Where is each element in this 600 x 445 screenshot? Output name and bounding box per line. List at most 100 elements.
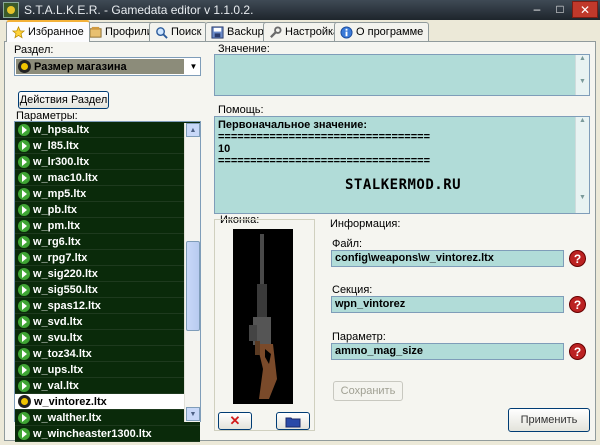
delete-icon: ✕ <box>229 413 241 428</box>
list-item[interactable]: w_lr300.ltx <box>15 154 200 170</box>
section-field[interactable]: wpn_vintorez <box>331 296 564 313</box>
close-button[interactable]: ✕ <box>572 1 598 18</box>
list-item-label: w_ups.ltx <box>33 363 84 376</box>
section-info-label: Секция: <box>332 284 373 296</box>
file-arrow-icon <box>18 235 30 248</box>
open-folder-button[interactable] <box>276 412 310 430</box>
folder-icon <box>285 417 301 428</box>
list-item[interactable]: w_walther.ltx <box>15 410 200 426</box>
section-selected: Размер магазина <box>16 59 184 74</box>
list-item[interactable]: w_spas12.ltx <box>15 298 200 314</box>
params-scrollbar[interactable]: ▲ ▼ <box>184 123 200 422</box>
tab-search[interactable]: Поиск <box>149 22 208 41</box>
list-item[interactable]: w_wincheaster1300.ltx <box>15 426 200 442</box>
file-help-icon[interactable]: ? <box>569 250 586 267</box>
help-line: Первоначальное значение: <box>218 119 368 131</box>
list-item-label: w_rg6.ltx <box>33 235 81 248</box>
info-icon <box>340 25 353 39</box>
file-arrow-icon <box>18 427 30 440</box>
section-help-icon[interactable]: ? <box>569 296 586 313</box>
help-line: ================================= <box>218 155 430 167</box>
file-arrow-icon <box>18 379 30 392</box>
section-label: Раздел: <box>14 44 54 56</box>
scroll-down-icon[interactable]: ▼ <box>576 194 589 201</box>
param-label: Параметр: <box>332 331 386 343</box>
window-title: S.T.A.L.K.E.R. - Gamedata editor v 1.1.0… <box>24 3 254 17</box>
help-scrollbar[interactable]: ▲ ▼ <box>575 117 589 213</box>
scroll-up-icon[interactable]: ▲ <box>576 117 589 124</box>
tab-about[interactable]: О программе <box>334 22 430 41</box>
tab-label: Настройка <box>285 26 340 38</box>
tab-backup[interactable]: Backup <box>205 22 270 41</box>
file-field[interactable]: config\weapons\w_vintorez.ltx <box>331 250 564 267</box>
app-icon <box>3 2 19 18</box>
save-button[interactable]: Сохранить <box>333 381 403 401</box>
list-item-label: w_val.ltx <box>33 379 79 392</box>
list-item[interactable]: w_sig550.ltx <box>15 282 200 298</box>
file-arrow-icon <box>18 283 30 296</box>
apply-button[interactable]: Применить <box>508 408 590 432</box>
file-arrow-icon <box>18 139 30 152</box>
list-item-label: w_rpg7.ltx <box>33 251 88 264</box>
tab-favorites[interactable]: Избранное <box>6 20 90 42</box>
tab-settings[interactable]: Настройка <box>263 22 346 41</box>
file-arrow-icon <box>18 219 30 232</box>
list-item[interactable]: w_sig220.ltx <box>15 266 200 282</box>
list-item[interactable]: w_svu.ltx <box>15 330 200 346</box>
value-scrollbar[interactable]: ▲ ▼ <box>575 55 589 95</box>
info-group-label: Информация: <box>330 218 401 230</box>
file-arrow-icon <box>18 123 30 136</box>
value-textbox[interactable]: ▲ ▼ <box>214 54 590 96</box>
list-item[interactable]: w_pm.ltx <box>15 218 200 234</box>
file-arrow-icon <box>18 315 30 328</box>
radiation-icon <box>18 60 31 73</box>
scroll-thumb[interactable] <box>186 241 200 331</box>
list-item-label: w_svd.ltx <box>33 315 83 328</box>
rifle-icon <box>249 234 277 399</box>
help-line: 10 <box>218 143 231 155</box>
tab-label: Профили <box>105 26 153 38</box>
list-item[interactable]: w_mac10.ltx <box>15 170 200 186</box>
file-arrow-icon <box>18 171 30 184</box>
weapon-icon <box>233 229 293 404</box>
search-icon <box>156 26 168 39</box>
params-list[interactable]: w_hpsa.ltx w_l85.ltx w_lr300.ltx w_mac10.lt… <box>14 121 201 442</box>
list-item-label: w_lr300.ltx <box>33 155 90 168</box>
chevron-down-icon[interactable]: ▼ <box>187 59 200 74</box>
list-item-label: w_spas12.ltx <box>33 299 101 312</box>
minimize-button[interactable]: – <box>526 1 548 18</box>
delete-icon-button[interactable]: ✕ <box>218 412 252 430</box>
list-item[interactable]: w_mp5.ltx <box>15 186 200 202</box>
profile-icon <box>89 26 102 38</box>
section-actions-button[interactable]: Действия Раздел <box>18 91 109 109</box>
section-dropdown[interactable]: Размер магазина ▼ <box>14 57 201 76</box>
list-item[interactable]: w_val.ltx <box>15 378 200 394</box>
param-help-icon[interactable]: ? <box>569 343 586 360</box>
list-item[interactable]: w_l85.ltx <box>15 138 200 154</box>
help-textbox[interactable]: Первоначальное значение: ===============… <box>214 116 590 214</box>
list-item[interactable]: w_rpg7.ltx <box>15 250 200 266</box>
list-item[interactable]: w_ups.ltx <box>15 362 200 378</box>
list-item-label: w_l85.ltx <box>33 139 79 152</box>
tab-profiles[interactable]: Профили <box>83 22 159 41</box>
scroll-up-button[interactable]: ▲ <box>186 123 200 137</box>
list-item[interactable]: w_vintorez.ltx <box>15 394 200 410</box>
file-arrow-icon <box>18 363 30 376</box>
tab-label: Backup <box>227 26 264 38</box>
scroll-down-icon[interactable]: ▼ <box>576 78 589 85</box>
list-item[interactable]: w_svd.ltx <box>15 314 200 330</box>
list-item-label: w_sig220.ltx <box>33 267 98 280</box>
star-icon <box>12 25 25 39</box>
scroll-down-button[interactable]: ▼ <box>186 407 200 421</box>
list-item-label: w_hpsa.ltx <box>33 123 90 136</box>
tab-label: О программе <box>356 26 424 38</box>
list-item[interactable]: w_rg6.ltx <box>15 234 200 250</box>
file-arrow-icon <box>18 203 30 216</box>
list-item[interactable]: w_hpsa.ltx <box>15 122 200 138</box>
scroll-up-icon[interactable]: ▲ <box>576 55 589 62</box>
maximize-button[interactable]: □ <box>549 1 571 18</box>
list-item[interactable]: w_pb.ltx <box>15 202 200 218</box>
param-field[interactable]: ammo_mag_size <box>331 343 564 360</box>
list-item[interactable]: w_toz34.ltx <box>15 346 200 362</box>
title-bar[interactable]: S.T.A.L.K.E.R. - Gamedata editor v 1.1.0… <box>0 0 600 20</box>
